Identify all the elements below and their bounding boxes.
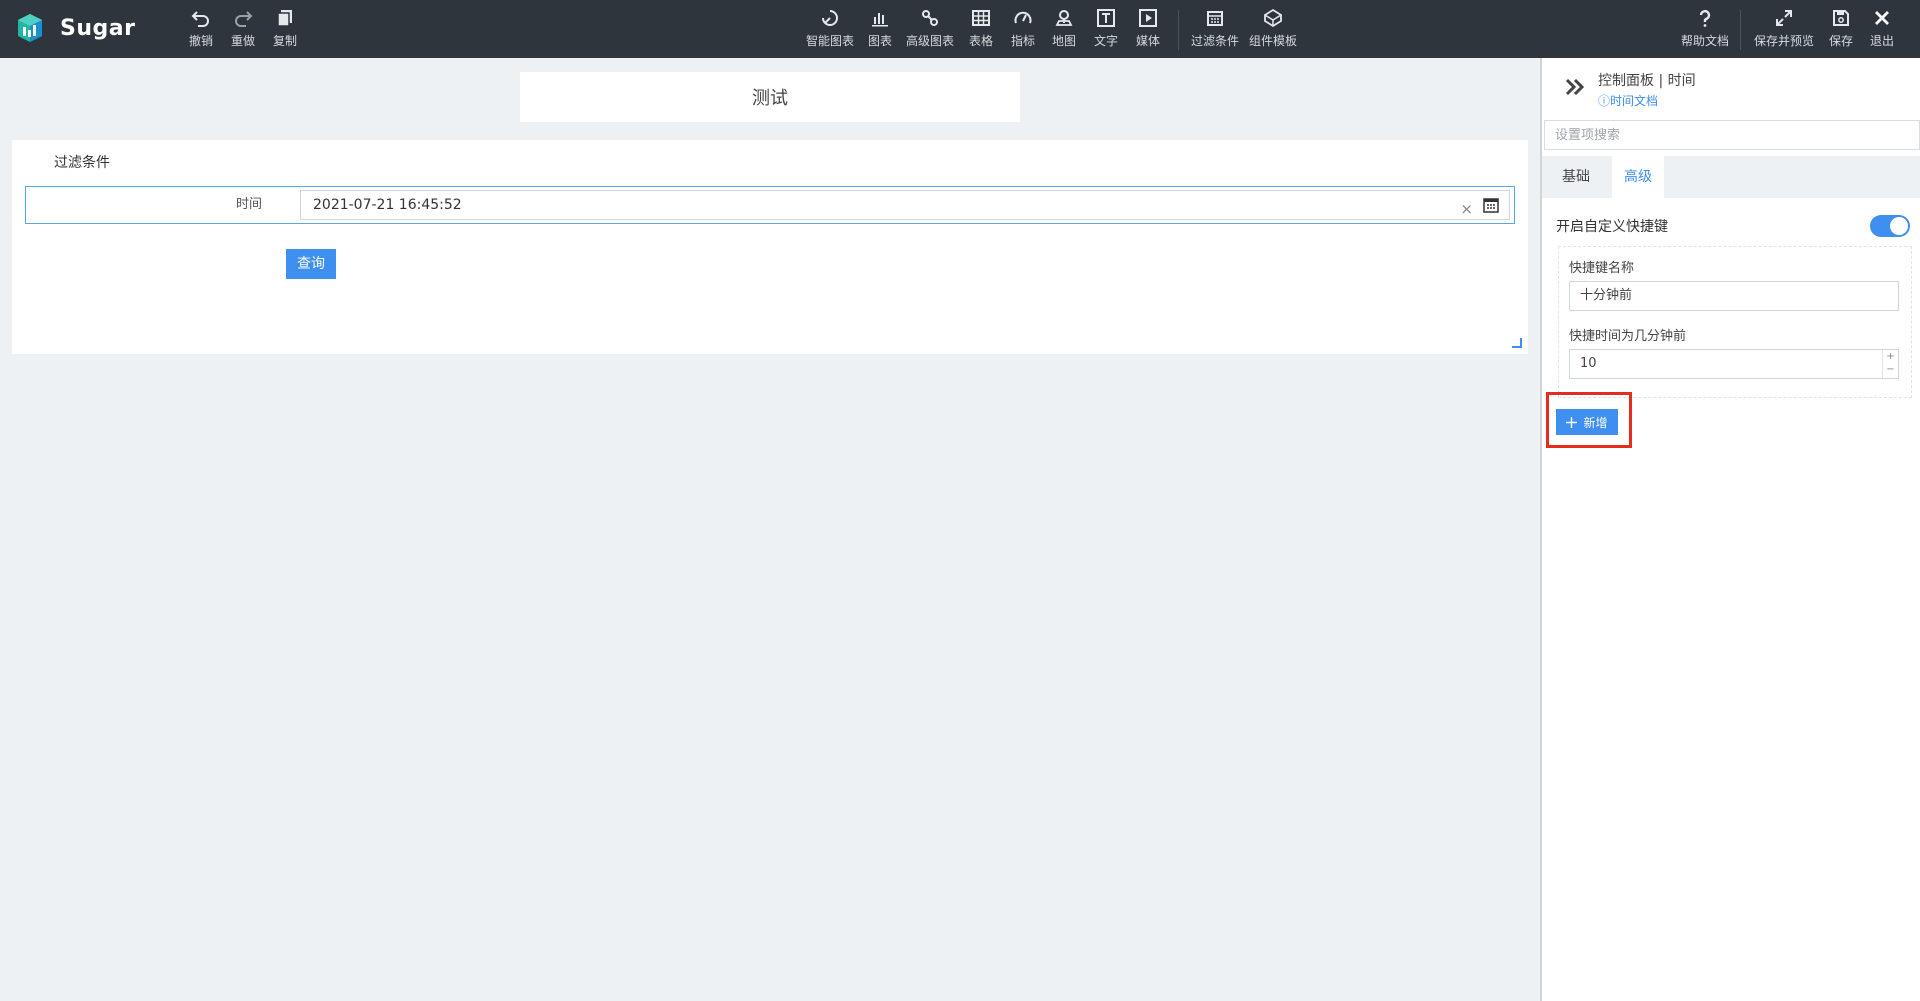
time-filter-row: 时间 2021-07-21 16:45:52 × — [25, 186, 1515, 224]
advanced-chart-button[interactable]: 高级图表 — [906, 8, 954, 49]
calendar-icon — [1207, 11, 1223, 26]
metric-button[interactable]: 指标 — [1011, 8, 1035, 49]
calendar-icon[interactable] — [1483, 197, 1499, 213]
custom-shortcut-toggle-label: 开启自定义快捷键 — [1556, 219, 1668, 235]
help-doc-button[interactable]: 帮助文档 — [1681, 8, 1729, 49]
chart-label: 图表 — [868, 34, 893, 48]
table-button[interactable]: 表格 — [969, 8, 993, 49]
resize-handle[interactable] — [1512, 338, 1522, 348]
toolbar-divider — [1178, 10, 1179, 50]
play-icon — [1139, 9, 1157, 27]
exit-button[interactable]: 退出 — [1870, 8, 1894, 49]
save-preview-label: 保存并预览 — [1754, 34, 1815, 48]
app-name: Sugar — [60, 15, 136, 41]
smart-chart-icon — [822, 10, 838, 26]
map-pin-icon — [1055, 10, 1073, 26]
text-label: 文字 — [1094, 34, 1119, 48]
tab-advanced[interactable]: 高级 — [1612, 156, 1664, 198]
metric-label: 指标 — [1011, 34, 1036, 48]
bar-chart-icon — [872, 13, 888, 27]
undo-icon — [191, 11, 209, 27]
panel-tabs: 基础 高级 — [1542, 156, 1920, 198]
shortcut-config: 快捷键名称 十分钟前 快捷时间为几分钟前 10 + − — [1558, 246, 1912, 398]
copy-icon — [277, 10, 292, 27]
clear-icon[interactable]: × — [1460, 195, 1473, 223]
help-doc-label: 帮助文档 — [1681, 34, 1730, 48]
text-icon — [1097, 9, 1115, 27]
filter-label: 过滤条件 — [1191, 34, 1240, 48]
gauge-icon — [1014, 11, 1032, 24]
copy-label: 复制 — [273, 34, 298, 48]
time-doc-link[interactable]: ⓘ时间文档 — [1598, 92, 1658, 109]
close-icon — [1875, 11, 1889, 25]
smart-chart-button[interactable]: 智能图表 — [806, 8, 854, 49]
table-icon — [972, 10, 990, 26]
toolbar-divider-right — [1740, 10, 1741, 50]
table-label: 表格 — [969, 34, 994, 48]
time-label: 时间 — [235, 197, 262, 212]
custom-shortcut-toggle[interactable] — [1870, 215, 1910, 237]
datetime-picker-input[interactable]: 2021-07-21 16:45:52 × — [300, 190, 1510, 220]
cube-icon — [1264, 8, 1282, 28]
sugar-logo-icon — [18, 14, 42, 42]
redo-label: 重做 — [231, 34, 256, 48]
exit-label: 退出 — [1870, 34, 1895, 48]
filter-button[interactable]: 过滤条件 — [1191, 8, 1239, 49]
copy-button[interactable]: 复制 — [273, 8, 297, 49]
expand-icon — [1776, 10, 1792, 26]
datetime-value: 2021-07-21 16:45:52 — [313, 197, 462, 213]
smart-chart-label: 智能图表 — [806, 34, 855, 48]
tab-basic[interactable]: 基础 — [1550, 156, 1602, 198]
floppy-icon — [1833, 10, 1849, 26]
highlight-annotation — [1546, 392, 1632, 448]
redo-button[interactable]: 重做 — [231, 8, 255, 49]
component-template-button[interactable]: 组件模板 — [1249, 8, 1297, 49]
shortcut-minutes-label: 快捷时间为几分钟前 — [1569, 329, 1687, 344]
save-label: 保存 — [1829, 34, 1854, 48]
filter-component[interactable]: 过滤条件 时间 2021-07-21 16:45:52 × 查询 — [12, 140, 1528, 354]
save-preview-button[interactable]: 保存并预览 — [1754, 8, 1814, 49]
panel-title: 控制面板 | 时间 — [1598, 73, 1696, 89]
top-toolbar: Sugar 撤销 重做 复制 智能图表 图表 高级图表 表格 指标 地图 文字 — [0, 0, 1920, 58]
query-button[interactable]: 查询 — [286, 249, 336, 279]
media-button[interactable]: 媒体 — [1136, 8, 1160, 49]
filter-heading: 过滤条件 — [54, 155, 110, 171]
control-panel: 控制面板 | 时间 ⓘ时间文档 基础 高级 开启自定义快捷键 快捷键名称 十分钟… — [1540, 58, 1920, 1001]
question-icon — [1699, 9, 1711, 27]
advanced-chart-label: 高级图表 — [906, 34, 955, 48]
settings-search-input[interactable] — [1544, 120, 1920, 150]
shortcut-name-label: 快捷键名称 — [1569, 261, 1635, 276]
app-logo[interactable]: Sugar — [14, 12, 135, 44]
shortcut-name-input[interactable]: 十分钟前 — [1569, 281, 1899, 311]
double-chevron-right-icon[interactable] — [1564, 76, 1586, 98]
dashboard-title[interactable]: 测试 — [520, 72, 1020, 122]
map-label: 地图 — [1052, 34, 1077, 48]
quantity-stepper[interactable]: + − — [1882, 350, 1898, 378]
redo-icon — [235, 11, 253, 27]
map-button[interactable]: 地图 — [1052, 8, 1076, 49]
advanced-chart-icon — [922, 10, 938, 26]
shortcut-minutes-value: 10 — [1580, 356, 1597, 371]
save-button[interactable]: 保存 — [1829, 8, 1853, 49]
text-button[interactable]: 文字 — [1094, 8, 1118, 49]
shortcut-minutes-input[interactable]: 10 + − — [1569, 349, 1899, 379]
undo-button[interactable]: 撤销 — [189, 8, 213, 49]
media-label: 媒体 — [1136, 34, 1161, 48]
undo-label: 撤销 — [189, 34, 214, 48]
component-template-label: 组件模板 — [1249, 34, 1298, 48]
chart-button[interactable]: 图表 — [868, 8, 892, 49]
